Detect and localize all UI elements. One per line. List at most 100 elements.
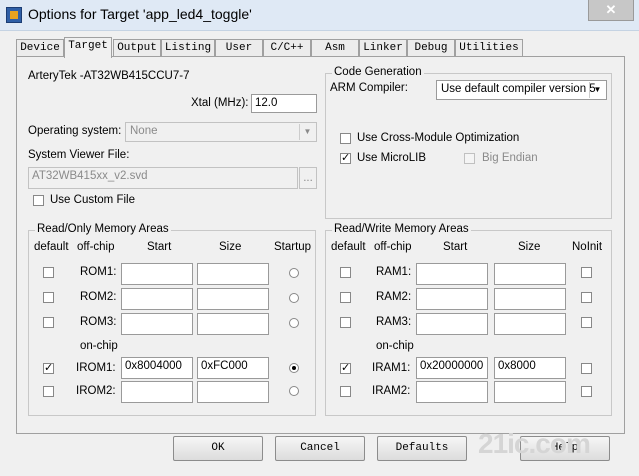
- ram1-default-checkbox[interactable]: [340, 267, 351, 278]
- close-button[interactable]: ✕: [588, 0, 634, 21]
- ram1-size-input[interactable]: [494, 263, 566, 285]
- microlib-label: Use MicroLIB: [357, 152, 427, 164]
- irom2-label: IROM2:: [76, 385, 116, 397]
- svd-label: System Viewer File:: [28, 149, 130, 161]
- cancel-button[interactable]: Cancel: [275, 436, 365, 461]
- iram2-size-input[interactable]: [494, 381, 566, 403]
- ram2-start-input[interactable]: [416, 288, 488, 310]
- cross-module-label: Use Cross-Module Optimization: [357, 132, 520, 144]
- ram1-label: RAM1:: [376, 266, 412, 278]
- rom1-start-input[interactable]: [121, 263, 193, 285]
- iram1-default-checkbox[interactable]: ✓: [340, 363, 351, 374]
- arm-compiler-value: Use default compiler version 5: [441, 83, 596, 95]
- rw-memory-group: Read/Write Memory Areas default off-chip…: [325, 223, 612, 416]
- cross-module-checkbox[interactable]: [340, 133, 351, 144]
- irom2-startup-radio[interactable]: [289, 386, 299, 396]
- tab-output[interactable]: Output: [113, 39, 161, 57]
- rom3-label: ROM3:: [80, 316, 117, 328]
- tab-listing[interactable]: Listing: [161, 39, 215, 57]
- chevron-down-icon: ▼: [299, 124, 315, 140]
- iram1-size-input[interactable]: 0x8000: [494, 357, 566, 379]
- use-custom-file-checkbox[interactable]: [33, 195, 44, 206]
- os-label: Operating system:: [28, 125, 122, 137]
- rw-default-header: default: [331, 241, 366, 253]
- irom2-start-input[interactable]: [121, 381, 193, 403]
- tab-utilities[interactable]: Utilities: [455, 39, 523, 57]
- rom2-default-checkbox[interactable]: [43, 292, 54, 303]
- tab-c-cpp[interactable]: C/C++: [263, 39, 311, 57]
- ok-button[interactable]: OK: [173, 436, 263, 461]
- arm-compiler-select[interactable]: Use default compiler version 5 ▼: [436, 80, 607, 100]
- code-generation-group: Code Generation ARM Compiler: Use defaul…: [325, 66, 612, 219]
- rom3-startup-radio[interactable]: [289, 318, 299, 328]
- iram1-start-input[interactable]: 0x20000000: [416, 357, 488, 379]
- ram3-noinit-checkbox[interactable]: [581, 317, 592, 328]
- iram1-label: IRAM1:: [372, 362, 411, 374]
- ro-memory-group: Read/Only Memory Areas default off-chip …: [28, 223, 316, 416]
- big-endian-checkbox[interactable]: [464, 153, 475, 164]
- title-bar: Options for Target 'app_led4_toggle' ✕: [0, 0, 639, 31]
- tab-asm[interactable]: Asm: [311, 39, 359, 57]
- rom2-size-input[interactable]: [197, 288, 269, 310]
- ram2-label: RAM2:: [376, 291, 412, 303]
- iram1-noinit-checkbox[interactable]: [581, 363, 592, 374]
- rom3-default-checkbox[interactable]: [43, 317, 54, 328]
- watermark: 21ic.com: [478, 428, 591, 459]
- rom2-start-input[interactable]: [121, 288, 193, 310]
- ram2-size-input[interactable]: [494, 288, 566, 310]
- ro-memory-legend: Read/Only Memory Areas: [35, 223, 171, 235]
- irom2-default-checkbox[interactable]: [43, 386, 54, 397]
- os-select[interactable]: None ▼: [125, 122, 317, 142]
- window-title: Options for Target 'app_led4_toggle': [28, 6, 252, 22]
- rw-noinit-header: NoInit: [572, 241, 603, 253]
- ram3-size-input[interactable]: [494, 313, 566, 335]
- svd-input[interactable]: AT32WB415xx_v2.svd: [28, 167, 298, 189]
- use-custom-file-label: Use Custom File: [50, 194, 135, 206]
- tab-linker[interactable]: Linker: [359, 39, 407, 57]
- ro-size-header: Size: [219, 241, 242, 253]
- xtal-label: Xtal (MHz):: [191, 97, 249, 109]
- rw-start-header: Start: [443, 241, 468, 253]
- device-name: ArteryTek -AT32WB415CCU7-7: [28, 70, 190, 82]
- rom1-size-input[interactable]: [197, 263, 269, 285]
- microlib-checkbox[interactable]: ✓: [340, 153, 351, 164]
- irom1-start-input[interactable]: 0x8004000: [121, 357, 193, 379]
- rw-memory-legend: Read/Write Memory Areas: [332, 223, 471, 235]
- rom2-startup-radio[interactable]: [289, 293, 299, 303]
- code-generation-legend: Code Generation: [332, 66, 424, 78]
- svd-browse-button[interactable]: ...: [299, 167, 317, 189]
- defaults-button[interactable]: Defaults: [377, 436, 467, 461]
- ram2-noinit-checkbox[interactable]: [581, 292, 592, 303]
- arm-compiler-label: ARM Compiler:: [330, 82, 408, 94]
- big-endian-label: Big Endian: [482, 152, 538, 164]
- rom3-size-input[interactable]: [197, 313, 269, 335]
- iram2-noinit-checkbox[interactable]: [581, 386, 592, 397]
- rom2-label: ROM2:: [80, 291, 117, 303]
- xtal-input[interactable]: 12.0: [251, 94, 317, 113]
- rom3-start-input[interactable]: [121, 313, 193, 335]
- ro-onchip-label: on-chip: [80, 340, 118, 352]
- ram3-start-input[interactable]: [416, 313, 488, 335]
- tab-debug[interactable]: Debug: [407, 39, 455, 57]
- chevron-down-icon: ▼: [589, 82, 605, 98]
- irom1-label: IROM1:: [76, 362, 116, 374]
- irom2-size-input[interactable]: [197, 381, 269, 403]
- tab-target[interactable]: Target: [64, 37, 112, 58]
- iram2-start-input[interactable]: [416, 381, 488, 403]
- tab-device[interactable]: Device: [16, 39, 64, 57]
- ram2-default-checkbox[interactable]: [340, 292, 351, 303]
- ram1-noinit-checkbox[interactable]: [581, 267, 592, 278]
- ram3-default-checkbox[interactable]: [340, 317, 351, 328]
- irom1-startup-radio[interactable]: [289, 363, 299, 373]
- os-value: None: [130, 125, 158, 137]
- ram1-start-input[interactable]: [416, 263, 488, 285]
- rom1-default-checkbox[interactable]: [43, 267, 54, 278]
- ram3-label: RAM3:: [376, 316, 412, 328]
- irom1-size-input[interactable]: 0xFC000: [197, 357, 269, 379]
- tab-user[interactable]: User: [215, 39, 263, 57]
- rw-onchip-label: on-chip: [376, 340, 414, 352]
- iram2-default-checkbox[interactable]: [340, 386, 351, 397]
- rom1-label: ROM1:: [80, 266, 117, 278]
- irom1-default-checkbox[interactable]: ✓: [43, 363, 54, 374]
- rom1-startup-radio[interactable]: [289, 268, 299, 278]
